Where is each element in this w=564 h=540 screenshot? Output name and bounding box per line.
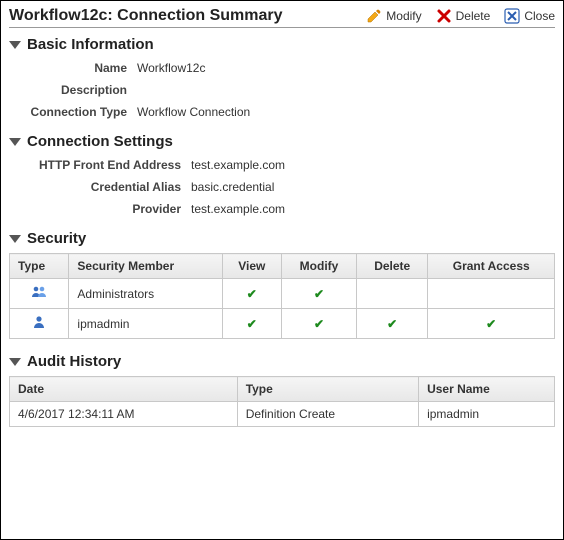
close-icon xyxy=(504,8,520,24)
section-basic: Basic Information Name Workflow12c Descr… xyxy=(9,36,555,119)
cell-type xyxy=(10,309,69,339)
cell-member: Administrators xyxy=(69,279,222,309)
toolbar: Modify Delete Close xyxy=(366,8,555,24)
check-icon: ✔ xyxy=(387,317,397,331)
cell-type xyxy=(10,279,69,309)
col-type: Type xyxy=(10,254,69,279)
basic-name-value: Workflow12c xyxy=(137,61,205,75)
user-icon xyxy=(31,314,47,330)
cell-grant xyxy=(428,279,555,309)
close-button[interactable]: Close xyxy=(504,8,555,24)
cell-date: 4/6/2017 12:34:11 AM xyxy=(10,402,238,427)
disclosure-icon[interactable] xyxy=(9,41,21,49)
security-heading: Security xyxy=(27,230,86,247)
section-audit: Audit History Date Type User Name 4/6/20… xyxy=(9,353,555,427)
col-view: View xyxy=(222,254,281,279)
basic-heading: Basic Information xyxy=(27,36,154,53)
audit-heading: Audit History xyxy=(27,353,121,370)
check-icon: ✔ xyxy=(486,317,496,331)
cell-modify: ✔ xyxy=(282,279,357,309)
cell-modify: ✔ xyxy=(282,309,357,339)
modify-label: Modify xyxy=(386,9,421,23)
section-connection: Connection Settings HTTP Front End Addre… xyxy=(9,133,555,216)
conn-prov-label: Provider xyxy=(9,202,191,216)
table-row: ipmadmin ✔ ✔ ✔ ✔ xyxy=(10,309,555,339)
table-header-row: Type Security Member View Modify Delete … xyxy=(10,254,555,279)
conn-cred-label: Credential Alias xyxy=(9,180,191,194)
table-row: 4/6/2017 12:34:11 AMDefinition Createipm… xyxy=(10,402,555,427)
header-bar: Workflow12c: Connection Summary Modify D… xyxy=(9,7,555,28)
col-member: Security Member xyxy=(69,254,222,279)
table-header-row: Date Type User Name xyxy=(10,377,555,402)
table-row: Administrators ✔ ✔ xyxy=(10,279,555,309)
check-icon: ✔ xyxy=(247,287,257,301)
close-label: Close xyxy=(524,9,555,23)
delete-label: Delete xyxy=(456,9,491,23)
col-user: User Name xyxy=(419,377,555,402)
conn-cred-value: basic.credential xyxy=(191,180,274,194)
cell-view: ✔ xyxy=(222,279,281,309)
delete-button[interactable]: Delete xyxy=(436,8,491,24)
basic-desc-label: Description xyxy=(9,83,137,97)
disclosure-icon[interactable] xyxy=(9,138,21,146)
check-icon: ✔ xyxy=(247,317,257,331)
cell-view: ✔ xyxy=(222,309,281,339)
conn-heading: Connection Settings xyxy=(27,133,173,150)
col-type: Type xyxy=(237,377,418,402)
cell-user: ipmadmin xyxy=(419,402,555,427)
section-security: Security Type Security Member View Modif… xyxy=(9,230,555,339)
check-icon: ✔ xyxy=(314,317,324,331)
cell-delete: ✔ xyxy=(357,309,428,339)
security-table: Type Security Member View Modify Delete … xyxy=(9,253,555,339)
disclosure-icon[interactable] xyxy=(9,235,21,243)
basic-name-label: Name xyxy=(9,61,137,75)
check-icon: ✔ xyxy=(314,287,324,301)
cell-grant: ✔ xyxy=(428,309,555,339)
col-modify: Modify xyxy=(282,254,357,279)
audit-table: Date Type User Name 4/6/2017 12:34:11 AM… xyxy=(9,376,555,427)
col-delete: Delete xyxy=(357,254,428,279)
pencil-icon xyxy=(366,8,382,24)
delete-x-icon xyxy=(436,8,452,24)
col-grant: Grant Access xyxy=(428,254,555,279)
page-title: Workflow12c: Connection Summary xyxy=(9,7,366,25)
col-date: Date xyxy=(10,377,238,402)
cell-member: ipmadmin xyxy=(69,309,222,339)
group-icon xyxy=(31,284,47,300)
conn-http-label: HTTP Front End Address xyxy=(9,158,191,172)
cell-delete xyxy=(357,279,428,309)
cell-type: Definition Create xyxy=(237,402,418,427)
basic-ctype-label: Connection Type xyxy=(9,105,137,119)
basic-ctype-value: Workflow Connection xyxy=(137,105,250,119)
conn-http-value: test.example.com xyxy=(191,158,285,172)
disclosure-icon[interactable] xyxy=(9,358,21,366)
conn-prov-value: test.example.com xyxy=(191,202,285,216)
modify-button[interactable]: Modify xyxy=(366,8,421,24)
